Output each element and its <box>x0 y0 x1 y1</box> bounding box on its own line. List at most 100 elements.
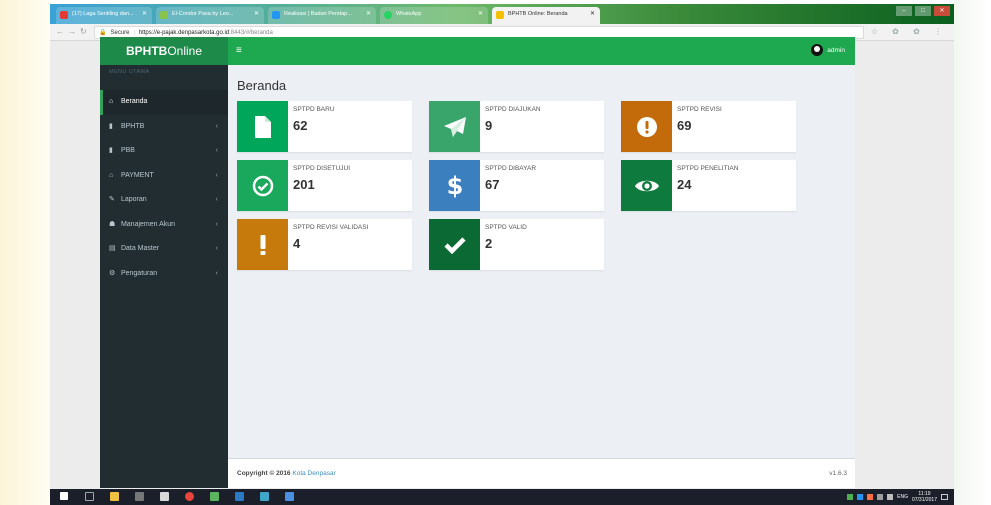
exclamation-icon <box>237 219 288 270</box>
sidebar: BPHTBOnline MENU UTAMA ⌂ Beranda ▮ BPHTB… <box>100 37 228 488</box>
page-edge-right <box>954 0 991 505</box>
top-navbar: ≡ admin <box>228 37 855 65</box>
user-name: admin <box>827 46 845 54</box>
browser-tab[interactable]: WhatsApp ✕ <box>380 7 488 24</box>
info-box-sptpd-disetujui[interactable]: SPTPD DISETUJUI 201 <box>237 160 412 211</box>
chevron-left-icon: ‹ <box>215 147 218 154</box>
tray-app-icon[interactable] <box>847 494 854 500</box>
users-icon: ☗ <box>109 220 116 228</box>
info-box-sptpd-penelitian[interactable]: SPTPD PENELITIAN 24 <box>621 160 796 211</box>
close-icon[interactable]: ✕ <box>254 10 259 17</box>
menu-header: MENU UTAMA <box>109 69 150 75</box>
sidebar-item-laporan[interactable]: ✎ Laporan ‹ <box>100 188 228 213</box>
minimize-icon[interactable]: – <box>896 6 912 16</box>
sidebar-item-label: Laporan <box>120 196 147 203</box>
sidebar-item-data-master[interactable]: ▤ Data Master ‹ <box>100 237 228 262</box>
footer: Copyright © 2016 Kota Denpasar v1.6.3 <box>228 458 855 488</box>
notifications-icon[interactable] <box>941 494 948 500</box>
dashboard-icon: ⌂ <box>109 98 114 105</box>
browser-tab[interactable]: (17) Laga Sentiling dan... ✕ <box>56 7 152 24</box>
forward-arrow-icon[interactable]: → <box>68 27 76 36</box>
sidebar-item-label: Manajemen Akun <box>120 220 176 228</box>
menu-toggle-icon[interactable]: ≡ <box>236 45 242 56</box>
svg-text:$: $ <box>446 172 463 200</box>
maximize-icon[interactable]: □ <box>915 6 931 16</box>
info-box-label: SPTPD BARU <box>293 106 335 113</box>
page-title: Beranda <box>237 78 287 93</box>
check-icon <box>429 219 480 270</box>
sidebar-item-bphtb[interactable]: ▮ BPHTB ‹ <box>100 115 228 140</box>
store-icon[interactable] <box>160 492 169 501</box>
brand-logo[interactable]: BPHTBOnline <box>100 37 228 65</box>
back-arrow-icon[interactable]: ← <box>56 27 64 36</box>
close-icon[interactable]: ✕ <box>590 10 595 17</box>
info-box-sptpd-valid[interactable]: SPTPD VALID 2 <box>429 219 604 270</box>
info-box-value: 9 <box>485 118 493 133</box>
secure-label: Secure <box>110 30 130 36</box>
chevron-left-icon: ‹ <box>215 245 218 252</box>
user-menu[interactable]: admin <box>811 44 845 56</box>
language-indicator[interactable]: ENG <box>897 494 908 500</box>
whatsapp-favicon-icon <box>384 11 392 19</box>
info-box-value: 2 <box>485 236 493 251</box>
lock-icon: 🔒 <box>99 30 107 36</box>
browser-toolbar-icons[interactable]: ☆ ✿ ✿ ⋮ <box>871 27 948 36</box>
tray-app-icon[interactable] <box>857 494 864 500</box>
footer-copyright: Copyright © 2016 Kota Denpasar <box>237 470 336 477</box>
browser-tab[interactable]: El-Condor Pasa by Leo... ✕ <box>156 7 264 24</box>
reload-icon[interactable]: ↻ <box>80 27 87 36</box>
sidebar-item-pengaturan[interactable]: ⚙ Pengaturan ‹ <box>100 262 228 287</box>
favicon-icon <box>496 11 504 19</box>
app-icon[interactable] <box>210 492 219 501</box>
info-box-sptpd-dibayar[interactable]: $ SPTPD DIBAYAR 67 <box>429 160 604 211</box>
dollar-icon: $ <box>429 160 480 211</box>
media-app-icon[interactable] <box>135 492 144 501</box>
file-icon <box>237 101 288 152</box>
file-explorer-icon[interactable] <box>110 492 119 501</box>
url-path: :8443/#/beranda <box>229 30 273 36</box>
volume-icon[interactable] <box>887 494 894 500</box>
info-box-sptpd-revisi-validasi[interactable]: SPTPD REVISI VALIDASI 4 <box>237 219 412 270</box>
footer-link[interactable]: Kota Denpasar <box>292 470 335 477</box>
info-box-label: SPTPD VALID <box>485 224 527 231</box>
tab-label: Realisasi | Badan Pendap... <box>284 11 352 17</box>
info-box-sptpd-revisi[interactable]: SPTPD REVISI 69 <box>621 101 796 152</box>
windows-start-icon[interactable] <box>60 492 68 500</box>
tab-label: (17) Laga Sentiling dan... <box>72 11 134 17</box>
app-icon[interactable] <box>260 492 269 501</box>
tab-label: El-Condor Pasa by Leo... <box>172 11 234 17</box>
chrome-icon[interactable] <box>185 492 194 501</box>
sidebar-menu: ⌂ Beranda ▮ BPHTB ‹ ▮ PBB ‹ ⌂ PAYMENT ‹ … <box>100 90 228 286</box>
sidebar-item-payment[interactable]: ⌂ PAYMENT ‹ <box>100 164 228 189</box>
user-avatar-icon <box>811 44 824 56</box>
sidebar-item-label: Beranda <box>120 98 148 105</box>
info-box-label: SPTPD DIBAYAR <box>485 165 537 172</box>
tab-label: BPHTB Online: Beranda <box>508 11 568 17</box>
app-window: BPHTBOnline MENU UTAMA ⌂ Beranda ▮ BPHTB… <box>100 37 855 488</box>
network-icon[interactable] <box>877 494 884 500</box>
task-view-icon[interactable] <box>85 492 94 501</box>
eye-icon <box>621 160 672 211</box>
tray-app-icon[interactable] <box>867 494 874 500</box>
files-icon: ▮ <box>109 122 113 130</box>
browser-tab[interactable]: Realisasi | Badan Pendap... ✕ <box>268 7 376 24</box>
close-window-icon[interactable]: ✕ <box>934 6 950 16</box>
chevron-left-icon: ‹ <box>215 122 218 130</box>
sidebar-item-pbb[interactable]: ▮ PBB ‹ <box>100 139 228 164</box>
sidebar-item-manajemen-akun[interactable]: ☗ Manajemen Akun ‹ <box>100 213 228 238</box>
sidebar-item-beranda[interactable]: ⌂ Beranda <box>100 90 228 115</box>
info-box-value: 201 <box>293 177 315 192</box>
close-icon[interactable]: ✕ <box>478 10 483 17</box>
info-box-value: 24 <box>677 177 692 192</box>
tab-label: WhatsApp <box>396 11 422 17</box>
info-box-sptpd-baru[interactable]: SPTPD BARU 62 <box>237 101 412 152</box>
clock[interactable]: 11:19 07/31/2017 <box>912 491 937 503</box>
browser-tab-active[interactable]: BPHTB Online: Beranda ✕ <box>492 7 600 24</box>
info-box-label: SPTPD DISETUJUI <box>293 165 351 172</box>
close-icon[interactable]: ✕ <box>366 10 371 17</box>
info-box-sptpd-diajukan[interactable]: SPTPD DIAJUKAN 9 <box>429 101 604 152</box>
word-icon[interactable] <box>235 492 244 501</box>
close-icon[interactable]: ✕ <box>142 10 147 17</box>
info-box-label: SPTPD DIAJUKAN <box>485 106 541 113</box>
app-icon[interactable] <box>285 492 294 501</box>
